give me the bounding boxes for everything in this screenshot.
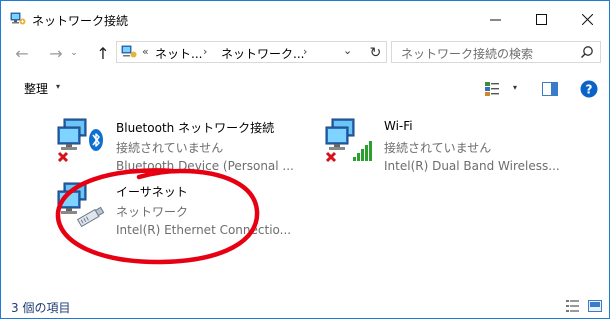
refresh-button[interactable]: ↻ (367, 44, 384, 61)
status-bar: 3 個の項目 (1, 291, 609, 318)
search-icon (580, 46, 593, 59)
search-placeholder: ネットワーク接続の検索 (401, 47, 534, 61)
ethernet-adapter-icon (57, 182, 105, 228)
preview-pane-icon[interactable] (542, 82, 558, 96)
large-icons-view-icon[interactable] (588, 300, 602, 312)
connection-device: Intel(R) Dual Band Wireless... (384, 159, 560, 173)
help-icon[interactable]: ? (580, 80, 598, 98)
minimize-button[interactable] (472, 1, 518, 37)
wifi-adapter-disconnected-icon (325, 118, 372, 163)
chevron-down-icon: ⌄ (70, 48, 78, 58)
window-title: ネットワーク接続 (32, 14, 129, 28)
connection-item-ethernet[interactable]: イーサネット ネットワーク Intel(R) Ethernet Connecti… (56, 179, 296, 243)
connection-status: ネットワーク (116, 205, 189, 219)
address-overflow[interactable]: « (142, 45, 149, 58)
back-arrow-icon: ← (15, 43, 29, 63)
minimize-icon (489, 19, 501, 20)
connection-name: イーサネット (116, 185, 188, 199)
close-icon (581, 13, 593, 25)
maximize-button[interactable] (518, 1, 564, 37)
navigation-bar: ← → ⌄ ↑ « ネット... › ネットワーク... › ⌄ ↻ ネットワー… (1, 38, 609, 68)
up-button[interactable]: ↑ (92, 42, 114, 64)
explorer-window: ネットワーク接続 ← → ⌄ ↑ « ネット... › ネットワーク... › … (0, 0, 610, 319)
address-dropdown-icon[interactable]: ⌄ (343, 44, 352, 57)
connection-name: Wi-Fi (384, 119, 413, 133)
organize-button[interactable]: 整理 (24, 80, 48, 97)
details-view-icon[interactable] (566, 300, 579, 312)
change-view-icon[interactable] (484, 81, 500, 97)
connections-list: Bluetooth ネットワーク接続 接続されていません Bluetooth D… (1, 107, 609, 290)
item-count: 3 個の項目 (11, 301, 71, 315)
breadcrumb-item[interactable]: ネットワーク... (221, 45, 304, 62)
network-connections-icon (121, 45, 137, 58)
breadcrumb-item[interactable]: ネット... (155, 45, 202, 62)
connection-item-wifi[interactable]: Wi-Fi 接続されていません Intel(R) Dual Band Wirel… (324, 115, 564, 179)
search-box[interactable]: ネットワーク接続の検索 (391, 41, 601, 63)
connection-device: Bluetooth Device (Personal ... (116, 159, 294, 173)
up-arrow-icon: ↑ (96, 43, 110, 63)
back-button[interactable]: ← (11, 42, 33, 64)
connection-status: 接続されていません (116, 141, 224, 155)
bluetooth-adapter-disconnected-icon (57, 118, 103, 163)
svg-text:?: ? (586, 83, 593, 97)
chevron-down-icon[interactable]: ▾ (56, 82, 60, 91)
network-connections-icon (10, 12, 26, 25)
connection-status: 接続されていません (384, 141, 492, 155)
maximize-icon (535, 13, 547, 25)
close-button[interactable] (564, 1, 609, 37)
connection-device: Intel(R) Ethernet Connectio... (116, 223, 292, 237)
title-bar: ネットワーク接続 (1, 1, 609, 37)
command-bar: 整理 ▾ ▾ ? (1, 71, 609, 107)
connection-item-bluetooth[interactable]: Bluetooth ネットワーク接続 接続されていません Bluetooth D… (56, 115, 296, 179)
breadcrumb-separator[interactable]: › (203, 45, 207, 58)
refresh-icon: ↻ (369, 44, 382, 61)
connection-name: Bluetooth ネットワーク接続 (116, 121, 275, 135)
forward-button[interactable]: → (45, 42, 67, 64)
recent-locations-button[interactable]: ⌄ (68, 42, 80, 64)
forward-arrow-icon: → (49, 43, 63, 63)
address-bar[interactable]: « ネット... › ネットワーク... › ⌄ (116, 41, 387, 63)
breadcrumb-separator[interactable]: › (303, 45, 307, 58)
chevron-down-icon[interactable]: ▾ (513, 83, 517, 92)
